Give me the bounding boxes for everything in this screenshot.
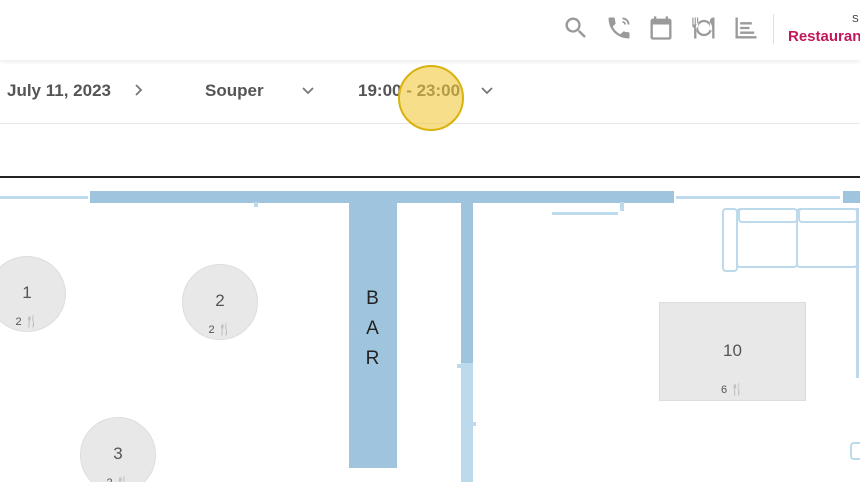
wall <box>461 203 473 363</box>
list-icon[interactable] <box>730 12 762 44</box>
restaurant-name[interactable]: Restaurant <box>788 28 860 45</box>
table-1[interactable]: 1 2 🍴 <box>0 256 66 332</box>
plate-icon[interactable] <box>688 12 720 44</box>
phone-icon[interactable] <box>603 12 635 44</box>
service-selector[interactable]: Souper <box>205 81 264 101</box>
bar-letter: B <box>366 288 380 309</box>
sofa <box>798 208 858 223</box>
chevron-down-icon[interactable] <box>479 82 495 98</box>
wall <box>457 364 461 368</box>
wall <box>552 212 618 215</box>
bar-letter: R <box>365 348 381 369</box>
table-number: 10 <box>723 341 742 360</box>
cutlery-icon: 🍴 <box>217 324 232 336</box>
wall <box>676 196 840 199</box>
wall <box>254 202 258 207</box>
calendar-icon[interactable] <box>645 12 677 44</box>
table-number: 2 <box>215 291 225 310</box>
wall <box>0 196 88 199</box>
chevron-right-icon[interactable] <box>130 82 146 98</box>
cutlery-icon: 🍴 <box>730 384 744 396</box>
table-number: 1 <box>22 283 32 302</box>
click-highlight <box>398 65 464 131</box>
table-capacity: 2 🍴 <box>208 324 232 336</box>
bar-counter: B A R <box>349 202 397 468</box>
top-bar: S Restaurant <box>0 0 860 60</box>
wall <box>461 363 473 482</box>
table-number: 3 <box>113 444 123 463</box>
table-3[interactable]: 3 2 🍴 <box>80 417 156 482</box>
toolbar-row <box>0 124 860 176</box>
header-divider <box>773 14 774 44</box>
floor-plan: B A R 1 2 🍴 2 2 🍴 3 2 🍴 10 6 🍴 <box>0 176 860 482</box>
brand-prefix: S <box>852 14 859 25</box>
wall <box>473 422 476 426</box>
table-2[interactable]: 2 2 🍴 <box>182 264 258 340</box>
bar-letter: A <box>366 318 380 339</box>
search-icon[interactable] <box>560 12 592 44</box>
cutlery-icon: 🍴 <box>24 316 39 328</box>
table-10[interactable]: 10 6 🍴 <box>659 302 806 401</box>
chevron-down-icon[interactable] <box>300 82 316 98</box>
date-selector[interactable]: July 11, 2023 <box>7 81 111 101</box>
wall <box>843 191 860 203</box>
wall <box>620 202 624 211</box>
table-capacity: 2 🍴 <box>81 476 155 482</box>
sofa <box>850 442 860 460</box>
table-capacity: 6 🍴 <box>721 384 744 396</box>
sofa <box>738 208 798 223</box>
table-capacity: 2 🍴 <box>15 316 39 328</box>
